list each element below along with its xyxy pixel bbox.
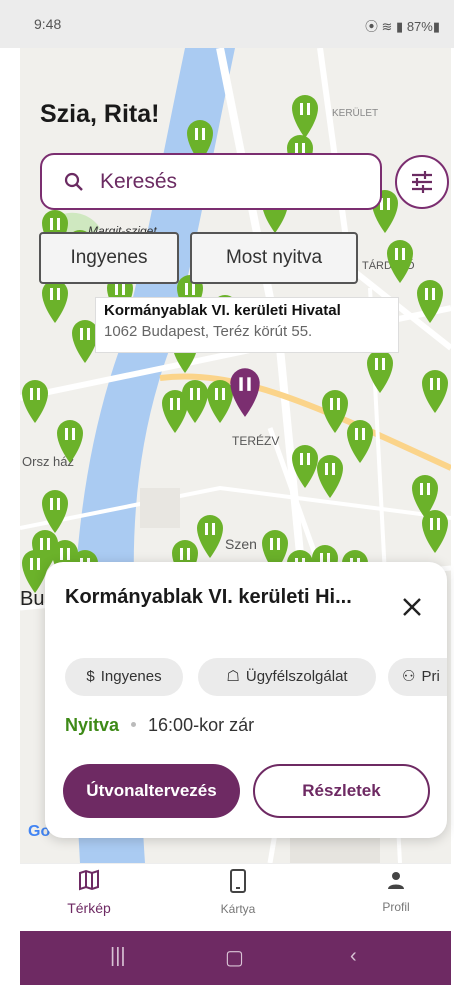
toilet-pin[interactable] [20, 378, 50, 424]
open-status: Nyitva [65, 715, 120, 735]
nav-card-label: Kártya [220, 902, 256, 916]
tag-label: Ingyenes [100, 668, 162, 685]
profile-icon [388, 872, 404, 889]
tag-label: Pri [421, 668, 440, 685]
map-label-kerulet: KERÜLET [332, 108, 379, 119]
selected-pin[interactable] [228, 366, 260, 417]
filter-chip-free[interactable]: Ingyenes [39, 232, 179, 284]
toilet-pin[interactable] [40, 278, 70, 324]
toilet-pin[interactable] [195, 513, 225, 559]
system-navigation-bar: ||| ▢ ‹ [20, 931, 451, 985]
toilet-pin[interactable] [365, 348, 395, 394]
toilet-pin[interactable] [420, 508, 450, 554]
tag-list: $ Ingyenes ☖ Ügyfélszolgálat ⚇ Pri [65, 658, 447, 698]
bottom-navigation: Térkép Kártya Profil [20, 863, 451, 932]
close-icon[interactable] [401, 596, 423, 623]
place-title: Kormányablak VI. kerületi Hi... [65, 586, 352, 608]
map-tooltip: Kormányablak VI. kerületi Hivatal 1062 B… [95, 297, 399, 353]
toilet-pin[interactable] [345, 418, 375, 464]
nav-map-label: Térkép [67, 900, 111, 916]
search-icon [64, 172, 84, 197]
tag-service: ☖ Ügyfélszolgálat [198, 658, 376, 696]
filter-chip-open-now[interactable]: Most nyitva [190, 232, 358, 284]
toilet-pin[interactable] [385, 238, 415, 284]
recent-apps-icon[interactable]: ||| [110, 945, 126, 968]
search-placeholder: Keresés [100, 170, 178, 193]
opening-status: Nyitva 16:00-kor zár [65, 715, 254, 736]
toilet-pin[interactable] [160, 388, 190, 434]
toilet-pin[interactable] [420, 368, 450, 414]
tooltip-name: Kormányablak VI. kerületi Hivatal [104, 302, 341, 319]
toilet-pin[interactable] [55, 418, 85, 464]
closing-time: 16:00-kor zár [148, 715, 255, 735]
tag-label: Ügyfélszolgálat [245, 668, 348, 685]
route-planning-button[interactable]: Útvonaltervezés [63, 764, 240, 818]
map-label-szen: Szen [225, 536, 257, 552]
separator-dot [131, 722, 137, 728]
status-icons: ⦿ ≋ ▮ 87%▮ [364, 19, 440, 34]
home-icon[interactable]: ▢ [225, 945, 244, 970]
map-icon [79, 869, 99, 891]
tag-private: ⚇ Pri [388, 658, 447, 696]
map-label-terez: TERÉZV [232, 434, 280, 448]
filter-settings-button[interactable] [395, 155, 449, 209]
tag-free: $ Ingyenes [65, 658, 183, 696]
card-icon [230, 869, 246, 893]
toilet-pin[interactable] [415, 278, 445, 324]
people-icon: ⚇ [402, 668, 416, 685]
tooltip-address: 1062 Budapest, Teréz körút 55. [104, 323, 313, 340]
nav-profile[interactable]: Profil [346, 868, 446, 914]
toilet-pin[interactable] [315, 453, 345, 499]
nav-profile-label: Profil [382, 900, 410, 914]
place-card: Kormányablak VI. kerületi Hi... $ Ingyene… [45, 562, 447, 838]
search-input[interactable]: Keresés [40, 153, 382, 210]
nav-map[interactable]: Térkép [39, 868, 139, 916]
dollar-icon: $ [86, 668, 95, 685]
sliders-icon [412, 171, 432, 193]
greeting-title: Szia, Rita! [40, 100, 160, 128]
service-icon: ☖ [226, 668, 240, 685]
details-button[interactable]: Részletek [253, 764, 430, 818]
nav-card[interactable]: Kártya [188, 868, 288, 916]
back-icon[interactable]: ‹ [350, 945, 357, 968]
status-time: 9:48 [34, 16, 62, 32]
status-bar: 9:48 ⦿ ≋ ▮ 87%▮ [0, 0, 454, 48]
